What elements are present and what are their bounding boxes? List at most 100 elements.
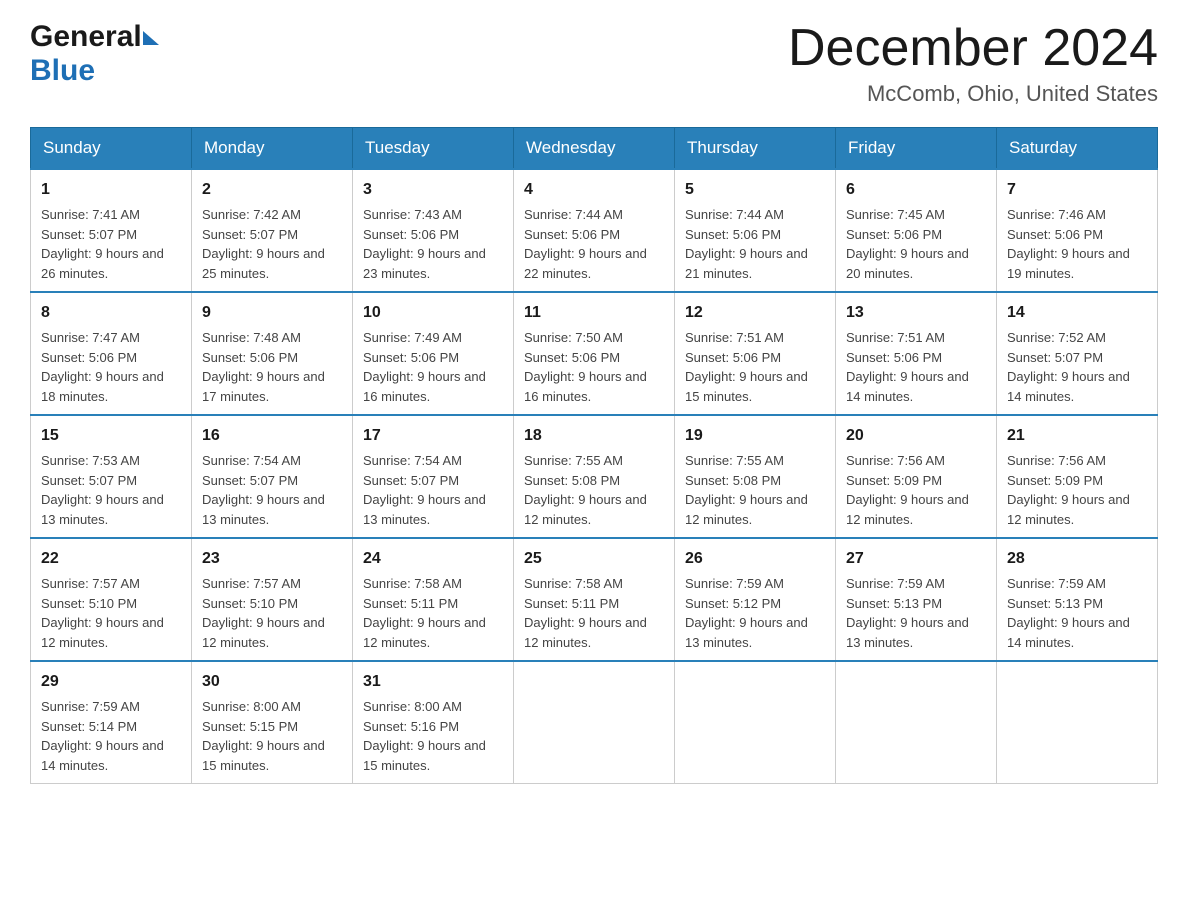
day-number: 7 [1007, 178, 1147, 202]
calendar-cell: 18Sunrise: 7:55 AMSunset: 5:08 PMDayligh… [514, 415, 675, 538]
calendar-cell [997, 661, 1158, 784]
day-info: Sunrise: 7:41 AMSunset: 5:07 PMDaylight:… [41, 205, 181, 283]
calendar-cell: 29 Sunrise: 7:59 AMSunset: 5:14 PMDayligh… [31, 661, 192, 784]
logo-general: General [30, 20, 142, 54]
day-number: 17 [363, 424, 503, 448]
day-info: Sunrise: 7:51 AMSunset: 5:06 PMDaylight:… [685, 328, 825, 406]
calendar-cell: 2 Sunrise: 7:42 AMSunset: 5:07 PMDaylight… [192, 169, 353, 292]
day-number: 11 [524, 301, 664, 325]
month-title: December 2024 [788, 20, 1158, 77]
calendar-body: 1 Sunrise: 7:41 AMSunset: 5:07 PMDaylight… [31, 169, 1158, 784]
day-number: 10 [363, 301, 503, 325]
day-number: 12 [685, 301, 825, 325]
logo-blue: Blue [30, 54, 95, 87]
calendar-cell: 31 Sunrise: 8:00 AMSunset: 5:16 PMDayligh… [353, 661, 514, 784]
day-info: Sunrise: 7:48 AMSunset: 5:06 PMDaylight:… [202, 328, 342, 406]
weekday-header-row: SundayMondayTuesdayWednesdayThursdayFrid… [31, 128, 1158, 170]
weekday-header-tuesday: Tuesday [353, 128, 514, 170]
day-info: Sunrise: 8:00 AMSunset: 5:15 PMDaylight:… [202, 697, 342, 775]
day-number: 24 [363, 547, 503, 571]
day-info: Sunrise: 7:59 AMSunset: 5:12 PMDaylight:… [685, 574, 825, 652]
weekday-header-wednesday: Wednesday [514, 128, 675, 170]
day-number: 6 [846, 178, 986, 202]
calendar-cell: 6 Sunrise: 7:45 AMSunset: 5:06 PMDaylight… [836, 169, 997, 292]
day-info: Sunrise: 7:52 AMSunset: 5:07 PMDaylight:… [1007, 328, 1147, 406]
calendar-cell: 12 Sunrise: 7:51 AMSunset: 5:06 PMDayligh… [675, 292, 836, 415]
calendar-cell: 26 Sunrise: 7:59 AMSunset: 5:12 PMDayligh… [675, 538, 836, 661]
logo-triangle-icon [143, 31, 159, 45]
calendar-cell: 13 Sunrise: 7:51 AMSunset: 5:06 PMDayligh… [836, 292, 997, 415]
day-info: Sunrise: 7:51 AMSunset: 5:06 PMDaylight:… [846, 328, 986, 406]
day-number: 3 [363, 178, 503, 202]
calendar-cell: 4 Sunrise: 7:44 AMSunset: 5:06 PMDaylight… [514, 169, 675, 292]
day-info: Sunrise: 7:45 AMSunset: 5:06 PMDaylight:… [846, 205, 986, 283]
day-number: 29 [41, 670, 181, 694]
day-info: Sunrise: 7:42 AMSunset: 5:07 PMDaylight:… [202, 205, 342, 283]
calendar-cell: 15Sunrise: 7:53 AMSunset: 5:07 PMDayligh… [31, 415, 192, 538]
day-number: 18 [524, 424, 664, 448]
calendar-cell [836, 661, 997, 784]
day-number: 26 [685, 547, 825, 571]
day-info: Sunrise: 7:55 AMSunset: 5:08 PMDaylight:… [685, 451, 825, 529]
day-number: 21 [1007, 424, 1147, 448]
calendar-cell: 16Sunrise: 7:54 AMSunset: 5:07 PMDayligh… [192, 415, 353, 538]
day-info: Sunrise: 7:58 AMSunset: 5:11 PMDaylight:… [524, 574, 664, 652]
day-info: Sunrise: 7:46 AMSunset: 5:06 PMDaylight:… [1007, 205, 1147, 283]
calendar-cell: 17 Sunrise: 7:54 AMSunset: 5:07 PMDayligh… [353, 415, 514, 538]
day-number: 14 [1007, 301, 1147, 325]
calendar-cell: 25 Sunrise: 7:58 AMSunset: 5:11 PMDayligh… [514, 538, 675, 661]
week-row-4: 22 Sunrise: 7:57 AMSunset: 5:10 PMDayligh… [31, 538, 1158, 661]
location-title: McComb, Ohio, United States [788, 81, 1158, 107]
calendar-cell: 10Sunrise: 7:49 AMSunset: 5:06 PMDayligh… [353, 292, 514, 415]
calendar-cell: 5 Sunrise: 7:44 AMSunset: 5:06 PMDaylight… [675, 169, 836, 292]
day-info: Sunrise: 7:47 AMSunset: 5:06 PMDaylight:… [41, 328, 181, 406]
day-info: Sunrise: 7:44 AMSunset: 5:06 PMDaylight:… [524, 205, 664, 283]
day-number: 8 [41, 301, 181, 325]
day-number: 22 [41, 547, 181, 571]
day-number: 23 [202, 547, 342, 571]
day-info: Sunrise: 7:57 AMSunset: 5:10 PMDaylight:… [41, 574, 181, 652]
calendar-cell: 14 Sunrise: 7:52 AMSunset: 5:07 PMDayligh… [997, 292, 1158, 415]
day-number: 4 [524, 178, 664, 202]
calendar-cell: 7 Sunrise: 7:46 AMSunset: 5:06 PMDaylight… [997, 169, 1158, 292]
day-number: 9 [202, 301, 342, 325]
calendar-cell: 30Sunrise: 8:00 AMSunset: 5:15 PMDayligh… [192, 661, 353, 784]
calendar-cell [514, 661, 675, 784]
week-row-1: 1 Sunrise: 7:41 AMSunset: 5:07 PMDaylight… [31, 169, 1158, 292]
calendar-cell: 19 Sunrise: 7:55 AMSunset: 5:08 PMDayligh… [675, 415, 836, 538]
calendar-cell: 3 Sunrise: 7:43 AMSunset: 5:06 PMDaylight… [353, 169, 514, 292]
day-number: 28 [1007, 547, 1147, 571]
day-info: Sunrise: 7:54 AMSunset: 5:07 PMDaylight:… [363, 451, 503, 529]
day-number: 2 [202, 178, 342, 202]
page-header: General Blue December 2024 McComb, Ohio,… [30, 20, 1158, 107]
calendar-cell: 1 Sunrise: 7:41 AMSunset: 5:07 PMDaylight… [31, 169, 192, 292]
day-info: Sunrise: 7:57 AMSunset: 5:10 PMDaylight:… [202, 574, 342, 652]
weekday-header-saturday: Saturday [997, 128, 1158, 170]
day-number: 16 [202, 424, 342, 448]
week-row-5: 29 Sunrise: 7:59 AMSunset: 5:14 PMDayligh… [31, 661, 1158, 784]
day-number: 31 [363, 670, 503, 694]
calendar-cell: 21Sunrise: 7:56 AMSunset: 5:09 PMDayligh… [997, 415, 1158, 538]
calendar-cell: 23 Sunrise: 7:57 AMSunset: 5:10 PMDayligh… [192, 538, 353, 661]
day-info: Sunrise: 7:44 AMSunset: 5:06 PMDaylight:… [685, 205, 825, 283]
calendar-cell: 22 Sunrise: 7:57 AMSunset: 5:10 PMDayligh… [31, 538, 192, 661]
weekday-header-friday: Friday [836, 128, 997, 170]
day-info: Sunrise: 8:00 AMSunset: 5:16 PMDaylight:… [363, 697, 503, 775]
calendar-cell [675, 661, 836, 784]
day-info: Sunrise: 7:56 AMSunset: 5:09 PMDaylight:… [846, 451, 986, 529]
day-info: Sunrise: 7:59 AMSunset: 5:13 PMDaylight:… [1007, 574, 1147, 652]
day-number: 19 [685, 424, 825, 448]
day-number: 25 [524, 547, 664, 571]
day-number: 13 [846, 301, 986, 325]
week-row-2: 8 Sunrise: 7:47 AMSunset: 5:06 PMDaylight… [31, 292, 1158, 415]
day-number: 1 [41, 178, 181, 202]
day-info: Sunrise: 7:59 AMSunset: 5:14 PMDaylight:… [41, 697, 181, 775]
day-info: Sunrise: 7:43 AMSunset: 5:06 PMDaylight:… [363, 205, 503, 283]
weekday-header-monday: Monday [192, 128, 353, 170]
day-number: 20 [846, 424, 986, 448]
day-info: Sunrise: 7:58 AMSunset: 5:11 PMDaylight:… [363, 574, 503, 652]
week-row-3: 15Sunrise: 7:53 AMSunset: 5:07 PMDayligh… [31, 415, 1158, 538]
logo: General Blue [30, 20, 159, 88]
calendar-cell: 28 Sunrise: 7:59 AMSunset: 5:13 PMDayligh… [997, 538, 1158, 661]
day-number: 5 [685, 178, 825, 202]
